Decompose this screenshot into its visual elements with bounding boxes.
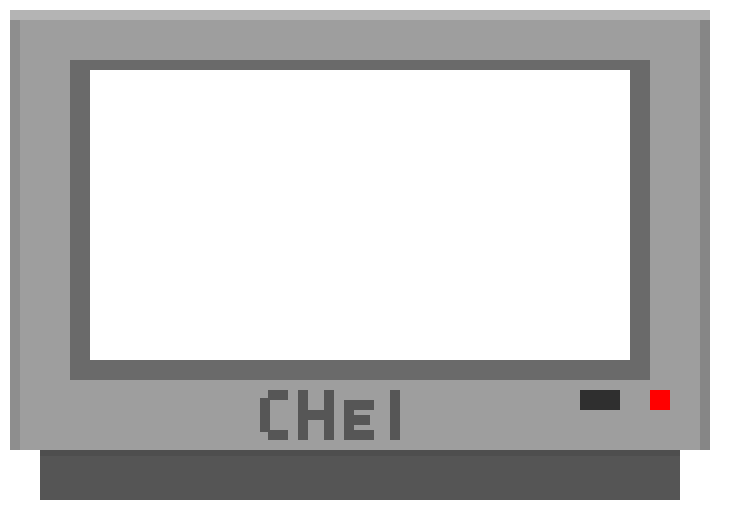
tv-screen <box>90 70 630 360</box>
cabinet-left-edge <box>10 20 20 450</box>
stand-shadow <box>40 450 680 456</box>
brand-logo <box>258 390 404 440</box>
cabinet-right-edge <box>700 20 710 450</box>
retro-tv <box>0 0 730 510</box>
power-button[interactable] <box>580 390 620 410</box>
tv-stand <box>40 450 680 500</box>
cabinet-top <box>10 10 710 20</box>
power-led-indicator <box>650 390 670 410</box>
